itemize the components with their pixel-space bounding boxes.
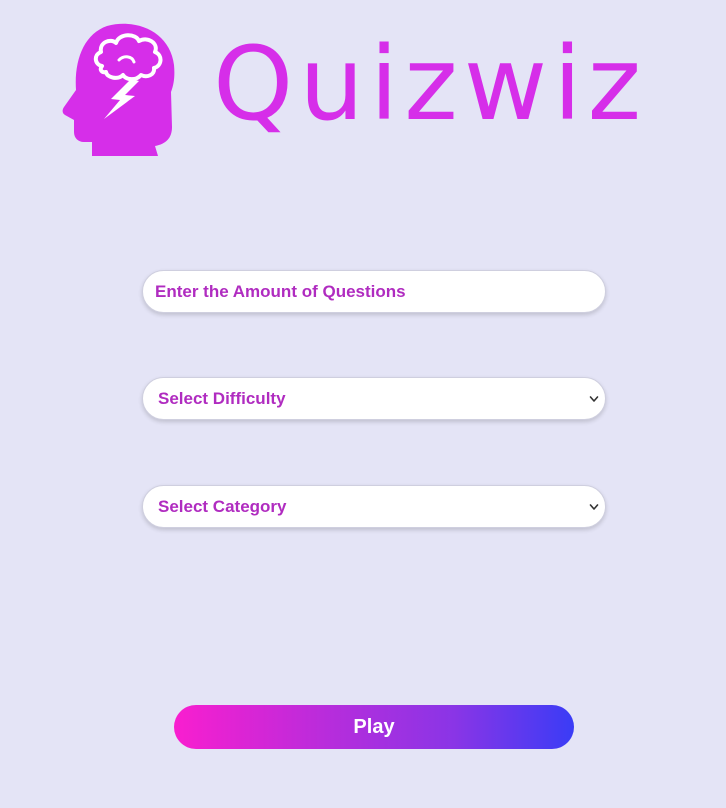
- app-title: Quizwiz: [213, 25, 648, 144]
- chevron-down-icon: [589, 503, 599, 510]
- question-amount-input[interactable]: [142, 270, 606, 313]
- chevron-down-icon: [589, 395, 599, 402]
- difficulty-select[interactable]: Select Difficulty: [142, 377, 606, 420]
- difficulty-select-label: Select Difficulty: [158, 388, 286, 408]
- category-select[interactable]: Select Category: [142, 485, 606, 528]
- play-button[interactable]: Play: [174, 705, 574, 749]
- category-select-label: Select Category: [158, 496, 287, 516]
- brain-head-lightning-icon: [62, 23, 175, 156]
